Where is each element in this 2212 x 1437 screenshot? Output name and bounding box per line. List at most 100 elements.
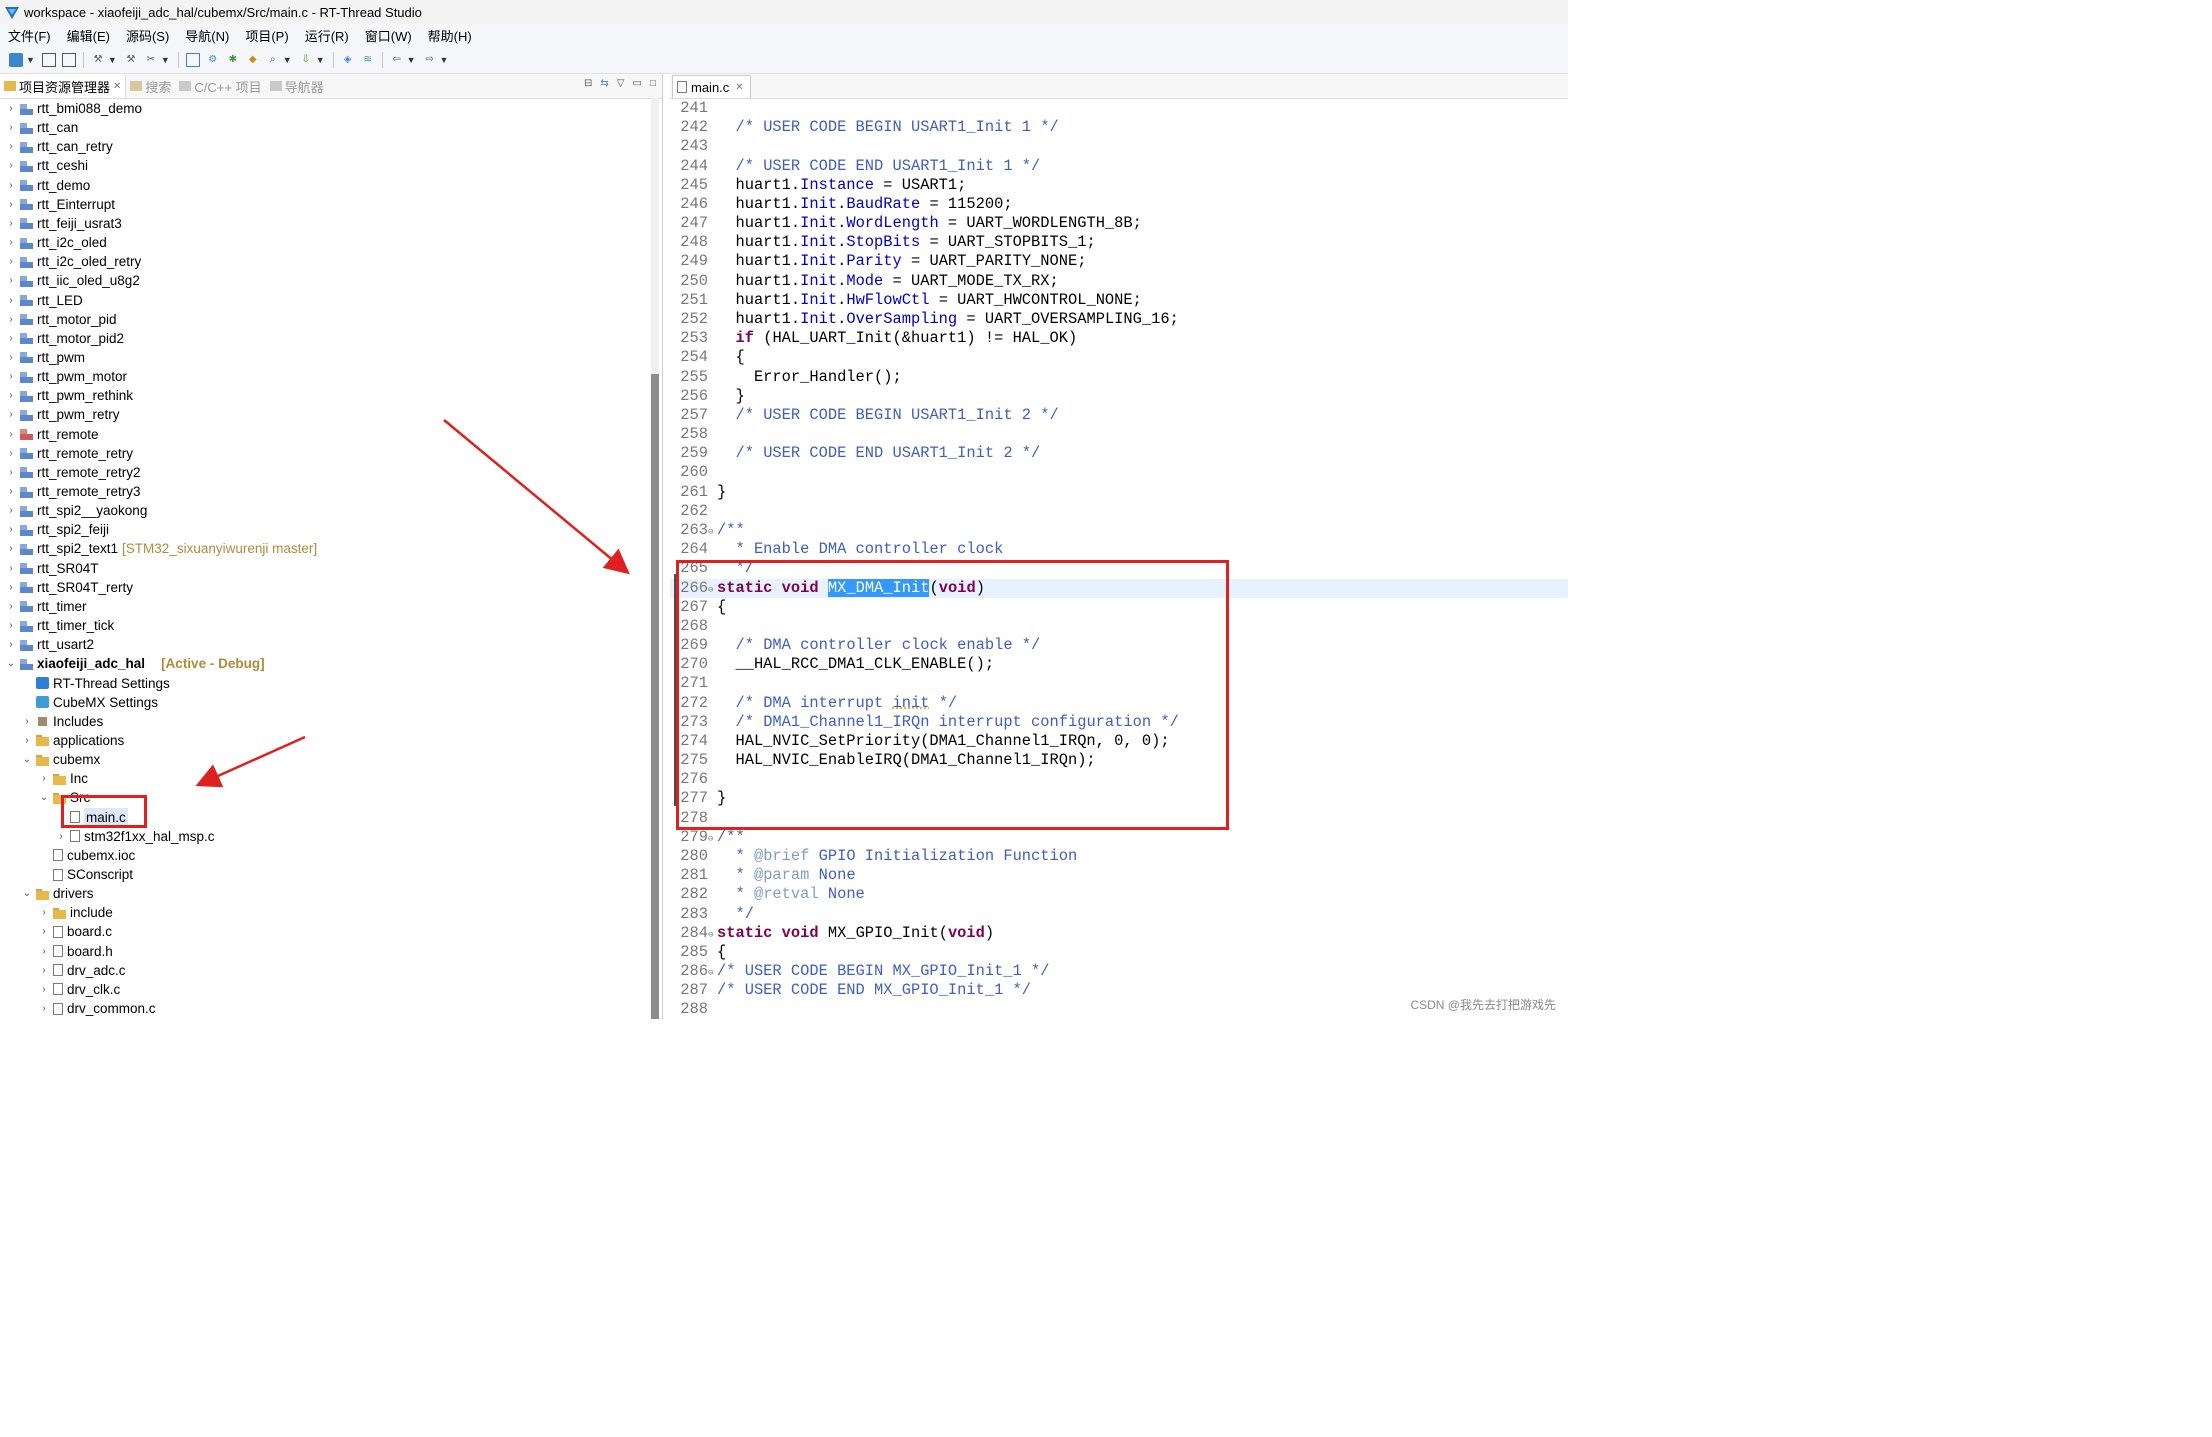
collapsed-chevron-icon[interactable]: › [6, 501, 16, 520]
back-arrow-icon[interactable]: ⇦ [390, 53, 404, 67]
new-dropdown-icon[interactable]: ▼ [26, 55, 35, 65]
tree-item[interactable]: › rtt_timer_tick [6, 616, 114, 635]
tree-item[interactable]: › rtt_spi2__yaokong [6, 501, 147, 520]
collapsed-chevron-icon[interactable]: › [6, 463, 16, 482]
tree-item[interactable]: › rtt_iic_oled_u8g2 [6, 271, 140, 290]
tree-item[interactable]: › rtt_remote [6, 425, 98, 444]
collapsed-chevron-icon[interactable]: › [6, 348, 16, 367]
tree-item[interactable]: › rtt_i2c_oled [6, 233, 106, 252]
debug-bug-icon[interactable]: ✱ [226, 53, 240, 67]
terminal-icon[interactable] [185, 52, 200, 67]
tree-item[interactable]: › rtt_usart2 [6, 635, 94, 654]
collapsed-chevron-icon[interactable]: › [39, 903, 49, 922]
tree-item[interactable]: › rtt_Einterrupt [6, 195, 115, 214]
code-line[interactable]: 247 huart1.Init.WordLength = UART_WORDLE… [670, 214, 1568, 233]
tree-item[interactable]: › drv_adc.c [39, 961, 125, 980]
code-line[interactable]: 263⊖/** [670, 521, 1568, 540]
code-line[interactable]: 245 huart1.Instance = USART1; [670, 176, 1568, 195]
layers-icon[interactable]: ≋ [361, 53, 375, 67]
menu-window[interactable]: 窗口(W) [357, 26, 420, 45]
code-line[interactable]: 242 /* USER CODE BEGIN USART1_Init 1 */ [670, 118, 1568, 137]
tree-item[interactable]: › rtt_motor_pid2 [6, 329, 124, 348]
tree-item[interactable]: ⌄ drivers [22, 884, 94, 903]
tree-item[interactable]: RT-Thread Settings [22, 674, 170, 693]
collapsed-chevron-icon[interactable]: › [6, 597, 16, 616]
tree-item[interactable]: › rtt_pwm_retry [6, 405, 119, 424]
collapsed-chevron-icon[interactable]: › [39, 999, 49, 1018]
collapsed-chevron-icon[interactable]: › [6, 291, 16, 310]
collapsed-chevron-icon[interactable]: › [6, 176, 16, 195]
tree-item[interactable]: cubemx.ioc [39, 846, 135, 865]
build-dropdown-icon[interactable]: ▼ [108, 55, 117, 65]
new-icon[interactable] [9, 52, 23, 67]
tree-item[interactable]: › Includes [22, 712, 103, 731]
code-line[interactable]: 284⊖ static void MX_GPIO_Init(void) [670, 924, 1568, 943]
collapsed-chevron-icon[interactable]: › [6, 616, 16, 635]
collapsed-chevron-icon[interactable]: › [22, 712, 32, 731]
settings-gear-icon[interactable]: ⚙ [206, 53, 220, 67]
code-line[interactable]: 257 /* USER CODE BEGIN USART1_Init 2 */ [670, 406, 1568, 425]
tree-item[interactable]: › rtt_LED [6, 291, 82, 310]
collapsed-chevron-icon[interactable]: › [6, 367, 16, 386]
search-dropdown-icon[interactable]: ▼ [283, 55, 292, 65]
collapsed-chevron-icon[interactable]: › [6, 214, 16, 233]
collapsed-chevron-icon[interactable]: › [6, 520, 16, 539]
clean-icon[interactable]: ✂ [144, 53, 158, 67]
collapsed-chevron-icon[interactable]: › [6, 444, 16, 463]
code-line[interactable]: 251 huart1.Init.HwFlowCtl = UART_HWCONTR… [670, 291, 1568, 310]
menu-edit[interactable]: 编辑(E) [59, 26, 118, 45]
code-line[interactable]: 285 { [670, 943, 1568, 962]
collapsed-chevron-icon[interactable]: › [22, 731, 32, 750]
collapse-all-icon[interactable]: ⊟ [584, 78, 592, 89]
tree-item[interactable]: › rtt_motor_pid [6, 310, 116, 329]
tree-item[interactable]: › rtt_spi2_feiji [6, 520, 109, 539]
tree-item[interactable]: › rtt_ceshi [6, 156, 88, 175]
download-dropdown-icon[interactable]: ▼ [316, 55, 325, 65]
collapsed-chevron-icon[interactable]: › [6, 329, 16, 348]
code-line[interactable]: 256 } [670, 387, 1568, 406]
code-line[interactable]: 261} [670, 483, 1568, 502]
collapsed-chevron-icon[interactable]: › [56, 827, 66, 846]
code-line[interactable]: 244 /* USER CODE END USART1_Init 1 */ [670, 157, 1568, 176]
collapsed-chevron-icon[interactable]: › [6, 635, 16, 654]
code-line[interactable]: 281 * @param None [670, 866, 1568, 885]
save-icon[interactable] [41, 52, 56, 67]
menu-source[interactable]: 源码(S) [118, 26, 177, 45]
expanded-chevron-icon[interactable]: ⌄ [22, 884, 32, 903]
maximize-icon[interactable]: □ [650, 78, 656, 89]
tree-item[interactable]: ⌄ cubemx [22, 750, 100, 769]
search-icon[interactable]: ⌕ [266, 53, 280, 67]
expanded-chevron-icon[interactable]: ⌄ [39, 788, 49, 807]
code-line[interactable]: 280 * @brief GPIO Initialization Functio… [670, 847, 1568, 866]
collapsed-chevron-icon[interactable]: › [39, 922, 49, 941]
code-line[interactable]: 279⊖/** [670, 828, 1568, 847]
build-hammer-icon[interactable]: ⚒ [91, 53, 105, 67]
code-line[interactable]: 241 [670, 99, 1568, 118]
tree-item[interactable]: › rtt_remote_retry [6, 444, 133, 463]
tree-item[interactable]: SConscript [39, 865, 133, 884]
code-line[interactable]: 262 [670, 502, 1568, 521]
collapsed-chevron-icon[interactable]: › [6, 405, 16, 424]
tree-item[interactable]: › rtt_timer [6, 597, 86, 616]
link-with-editor-icon[interactable]: ⇆ [600, 78, 608, 89]
collapsed-chevron-icon[interactable]: › [6, 425, 16, 444]
tree-item[interactable]: › stm32f1xx_hal_msp.c [56, 827, 214, 846]
collapsed-chevron-icon[interactable]: › [39, 942, 49, 961]
code-line[interactable]: 250 huart1.Init.Mode = UART_MODE_TX_RX; [670, 272, 1568, 291]
save-all-icon[interactable] [61, 52, 76, 67]
explorer-scrollbar-thumb[interactable] [651, 374, 659, 1019]
code-line[interactable]: 249 huart1.Init.Parity = UART_PARITY_NON… [670, 252, 1568, 271]
expanded-chevron-icon[interactable]: ⌄ [6, 654, 16, 673]
tree-item[interactable]: › rtt_feiji_usrat3 [6, 214, 121, 233]
menu-file[interactable]: 文件(F) [0, 26, 59, 45]
close-icon[interactable]: ✕ [735, 82, 743, 93]
collapsed-chevron-icon[interactable]: › [6, 195, 16, 214]
code-line[interactable]: 282 * @retval None [670, 885, 1568, 904]
tree-item[interactable]: › include [39, 903, 112, 922]
tree-item[interactable]: › board.c [39, 922, 112, 941]
code-line[interactable]: 255 Error_Handler(); [670, 368, 1568, 387]
tree-item[interactable]: › rtt_bmi088_demo [6, 99, 142, 118]
code-line[interactable]: 248 huart1.Init.StopBits = UART_STOPBITS… [670, 233, 1568, 252]
collapsed-chevron-icon[interactable]: › [6, 118, 16, 137]
tab-main-c[interactable]: main.c ✕ [672, 75, 751, 98]
